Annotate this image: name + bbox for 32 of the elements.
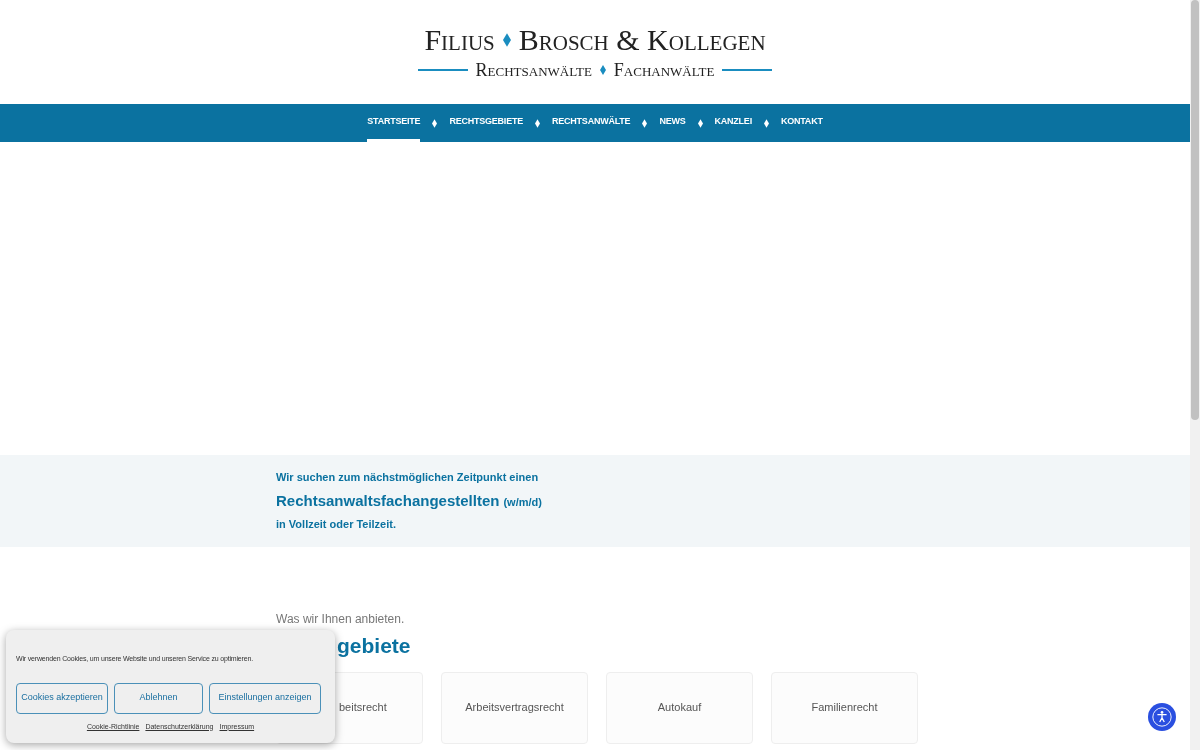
logo-title: Filius	[424, 25, 495, 55]
section-kicker: Was wir Ihnen anbieten.	[276, 611, 406, 628]
cookie-button[interactable]: Ablehnen	[114, 682, 203, 714]
banner-text: in Vollzeit oder Teilzeit.	[276, 517, 397, 533]
category-card[interactable]: Autokauf	[606, 671, 753, 744]
logo-subtitle: Rechtsanwälte	[475, 61, 592, 79]
cookie-button[interactable]: Einstellungen anzeigen	[209, 682, 321, 714]
diamond-icon	[599, 65, 606, 75]
diamond-icon	[502, 33, 511, 47]
diamond-icon	[697, 118, 703, 128]
accessibility-button[interactable]	[1148, 703, 1176, 731]
logo-subtitle: Fachanwälte	[613, 61, 715, 79]
category-card[interactable]: Arbeitsvertragsrecht	[441, 671, 588, 744]
category-card[interactable]: Familienrecht	[771, 671, 918, 744]
nav-link[interactable]: NEWS	[659, 104, 686, 142]
scrollbar[interactable]	[1190, 0, 1200, 750]
banner-text: Wir suchen zum nächstmöglichen Zeitpunkt einen	[276, 470, 540, 486]
nav-link[interactable]: STARTSEITE	[367, 104, 421, 142]
banner-text: (w/m/d)	[503, 494, 542, 510]
cookie-button[interactable]: Cookies akzeptieren	[16, 682, 108, 714]
accessibility-icon	[1151, 706, 1173, 728]
section-heading: gebiete	[336, 633, 412, 659]
diamond-icon	[432, 118, 438, 128]
nav-link[interactable]: RECHTSGEBIETE	[449, 104, 523, 142]
logo-title: Brosch & Kollegen	[518, 25, 766, 55]
nav-link[interactable]: KONTAKT	[780, 104, 823, 142]
diamond-icon	[642, 118, 648, 128]
nav-link[interactable]: RECHTSANWÄLTE	[552, 104, 631, 142]
diamond-icon	[535, 118, 540, 128]
banner-heading: Rechtsanwaltsfachangestellten	[276, 490, 500, 511]
nav-link[interactable]: KANZLEI	[714, 104, 752, 142]
diamond-icon	[763, 118, 769, 128]
